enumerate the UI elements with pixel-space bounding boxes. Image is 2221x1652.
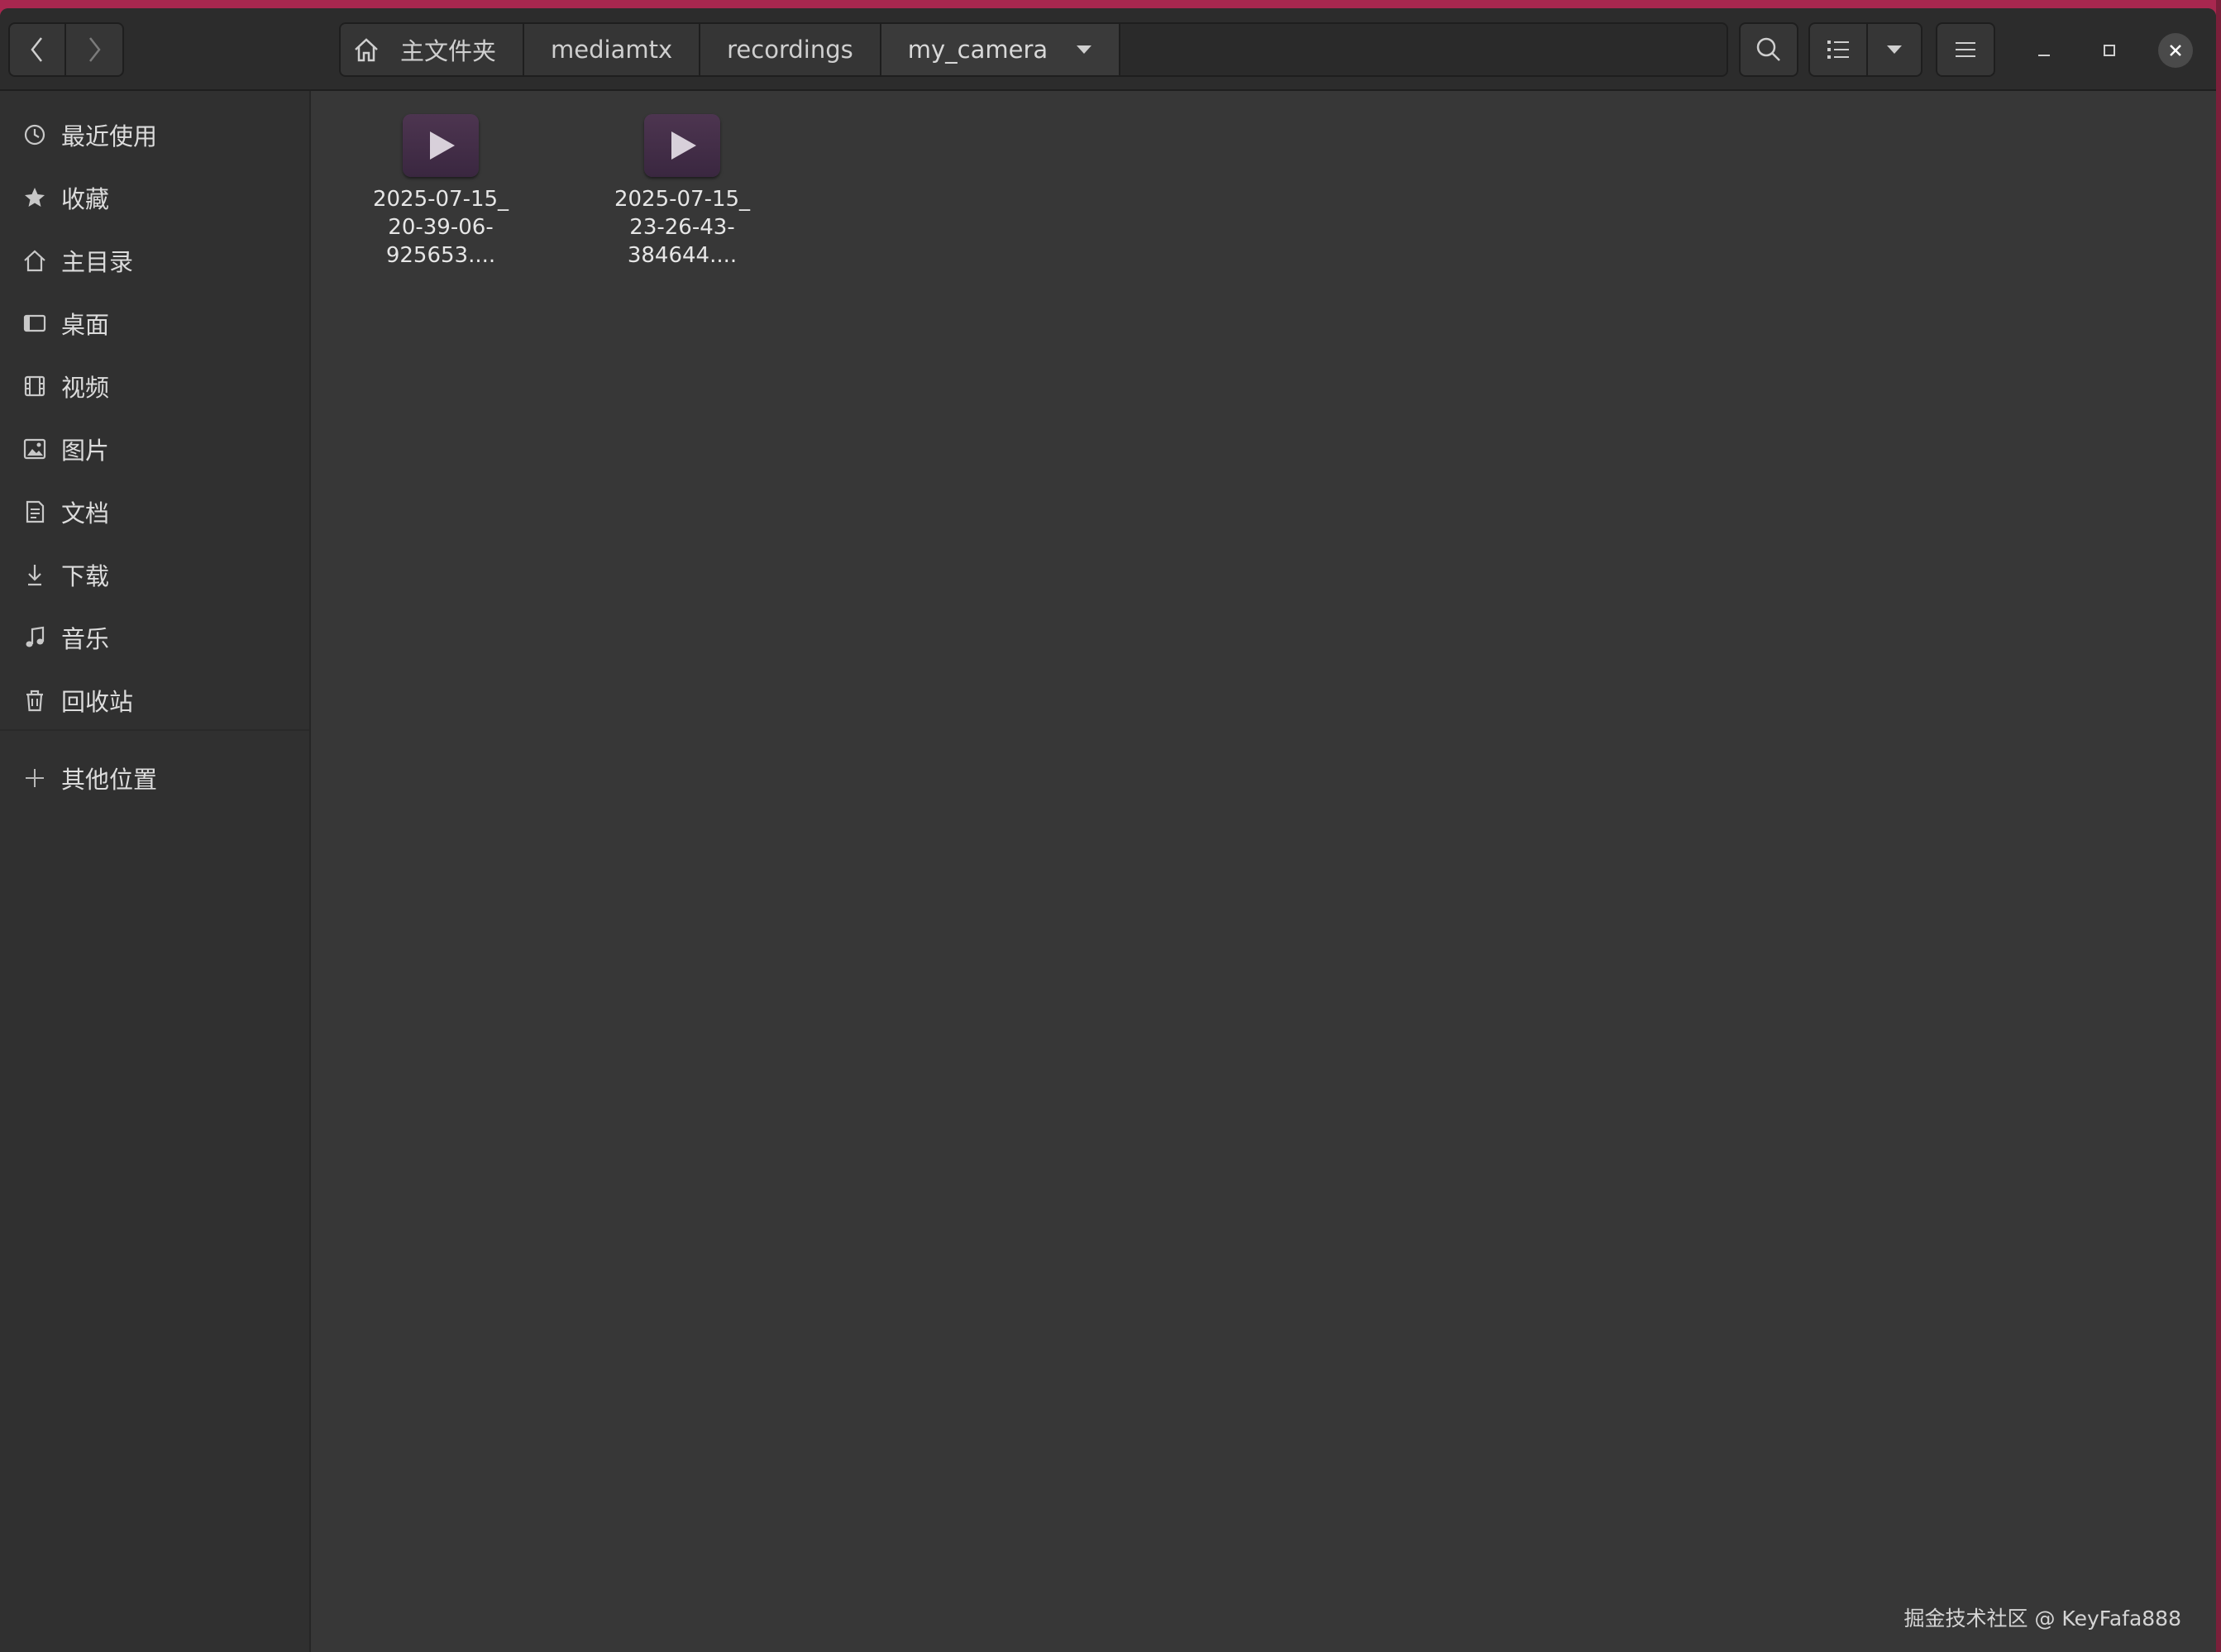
maximize-icon (2104, 45, 2115, 56)
home-icon (21, 247, 48, 274)
sidebar-item-label: 桌面 (61, 311, 110, 339)
path-bar: 主文件夹 mediamtx recordings my_camera (339, 22, 1728, 77)
file-name: 2025-07-15_ 20-39-06- 925653.... (372, 187, 509, 268)
back-button[interactable] (8, 22, 66, 77)
file-view[interactable]: 2025-07-15_ 20-39-06- 925653.... 2025-07… (311, 91, 2216, 1652)
list-view-icon (1827, 41, 1849, 59)
chevron-right-icon (89, 37, 101, 62)
crumb-label: recordings (727, 36, 853, 64)
sidebar-item-music[interactable]: 音乐 (0, 609, 309, 666)
crumb-label: mediamtx (551, 36, 673, 64)
trash-icon (21, 687, 48, 714)
crumb-my-camera[interactable]: my_camera (881, 24, 1121, 75)
view-options-button[interactable] (1868, 22, 1922, 77)
video-file-icon (644, 114, 720, 177)
video-file-icon (403, 114, 479, 177)
watermark: 掘金技术社区 @ KeyFafa888 (1903, 1607, 2181, 1631)
sidebar-item-desktop[interactable]: 桌面 (0, 294, 309, 352)
plus-icon (21, 765, 48, 791)
crumb-home[interactable]: 主文件夹 (341, 24, 525, 75)
crumb-label: my_camera (907, 36, 1048, 64)
minimize-icon (2038, 55, 2050, 56)
sidebar-item-trash[interactable]: 回收站 (0, 671, 309, 729)
sidebar-item-label: 文档 (61, 499, 110, 528)
sidebar-item-label: 回收站 (61, 688, 134, 716)
sidebar-item-label: 最近使用 (61, 122, 158, 150)
sidebar-item-recent[interactable]: 最近使用 (0, 106, 309, 164)
close-icon (2170, 45, 2181, 56)
file-manager-window: 主文件夹 mediamtx recordings my_camera 最近使用 … (0, 8, 2216, 1652)
crumb-recordings[interactable]: recordings (700, 24, 881, 75)
file-name: 2025-07-15_ 23-26-43- 384644.... (614, 187, 751, 268)
main-menu-button[interactable] (1936, 22, 1995, 77)
picture-icon (21, 436, 48, 462)
desktop-icon (21, 310, 48, 337)
sidebar-item-label: 其他位置 (61, 766, 158, 794)
sidebar-item-documents[interactable]: 文档 (0, 483, 309, 541)
sidebar-item-label: 视频 (61, 374, 110, 402)
minimize-button[interactable] (2027, 33, 2061, 68)
star-icon (21, 184, 48, 211)
sidebar-item-pictures[interactable]: 图片 (0, 420, 309, 478)
home-icon (355, 38, 378, 62)
chevron-left-icon (31, 37, 42, 62)
sidebar-item-label: 音乐 (61, 625, 110, 653)
close-button[interactable] (2158, 33, 2193, 68)
sidebar-item-other-locations[interactable]: 其他位置 (0, 749, 309, 807)
sidebar-item-label: 主目录 (61, 248, 134, 276)
desktop-edge (2216, 0, 2221, 1652)
caret-down-icon (1887, 45, 1902, 54)
sidebar-item-downloads[interactable]: 下载 (0, 546, 309, 604)
search-button[interactable] (1739, 22, 1798, 77)
sidebar-item-videos[interactable]: 视频 (0, 357, 309, 415)
header-bar: 主文件夹 mediamtx recordings my_camera (0, 8, 2216, 91)
view-mode-button[interactable] (1808, 22, 1868, 77)
hamburger-menu-icon (1956, 42, 1975, 57)
sidebar-item-label: 图片 (61, 437, 110, 465)
sidebar-divider (0, 729, 309, 731)
sidebar: 最近使用 收藏 主目录 桌面 视频 图片 文档 下载 音乐 回收站 其他位置 (0, 91, 311, 1652)
file-item[interactable]: 2025-07-15_ 23-26-43- 384644.... (604, 114, 761, 270)
path-bar-empty[interactable] (1120, 24, 1727, 75)
sidebar-item-label: 收藏 (61, 185, 110, 213)
crumb-label: 主文件夹 (400, 37, 497, 65)
sidebar-item-label: 下载 (61, 562, 110, 590)
sidebar-item-home[interactable]: 主目录 (0, 232, 309, 289)
forward-button[interactable] (66, 22, 124, 77)
sidebar-item-starred[interactable]: 收藏 (0, 169, 309, 227)
file-item[interactable]: 2025-07-15_ 20-39-06- 925653.... (362, 114, 519, 270)
download-icon (21, 561, 48, 588)
clock-icon (21, 122, 48, 148)
crumb-mediamtx[interactable]: mediamtx (524, 24, 701, 75)
document-icon (21, 499, 48, 525)
music-icon (21, 624, 48, 651)
search-icon (1756, 37, 1780, 61)
film-icon (21, 373, 48, 399)
caret-down-icon[interactable] (1076, 45, 1092, 55)
maximize-button[interactable] (2092, 33, 2127, 68)
